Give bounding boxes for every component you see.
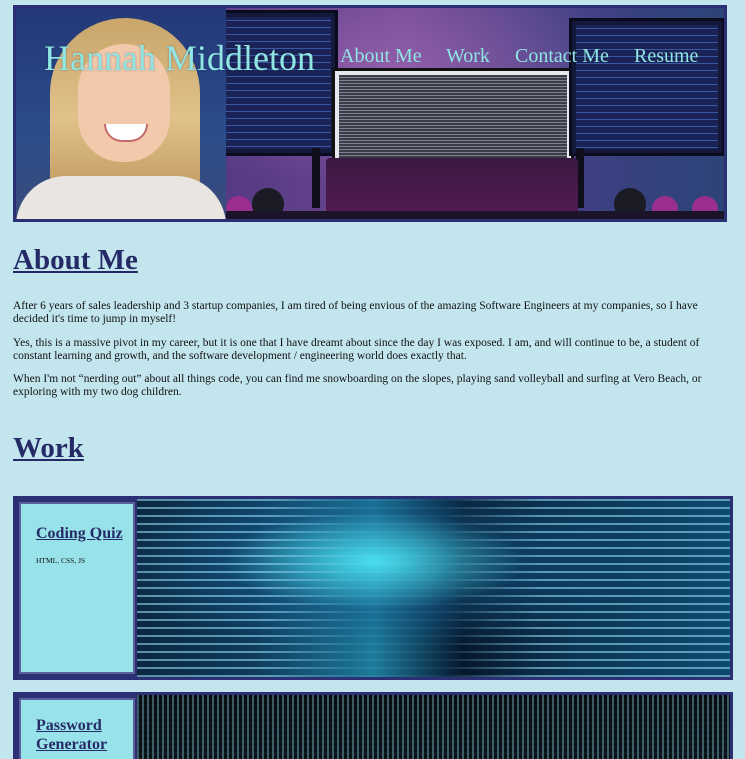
monitor-stand — [312, 148, 320, 208]
nav-link-work[interactable]: Work — [446, 45, 490, 68]
nav-link-contact-me[interactable]: Contact Me — [515, 45, 609, 68]
work-heading: Work — [13, 432, 84, 464]
center-monitor-image — [332, 68, 574, 166]
project-title-link[interactable]: Coding Quiz — [36, 524, 123, 543]
right-monitor-image — [569, 18, 724, 156]
about-heading: About Me — [13, 244, 138, 276]
project-screenshot-image[interactable] — [137, 499, 730, 677]
project-screenshot-image[interactable] — [137, 695, 730, 759]
main-nav: About Me Work Contact Me Resume — [16, 45, 724, 75]
project-title-link[interactable]: Password Generator — [36, 716, 133, 754]
project-card-password-generator: Password Generator — [13, 692, 733, 759]
project-info: Password Generator — [19, 698, 135, 759]
portfolio-page: Hannah Middleton About Me Work Contact M… — [0, 0, 745, 759]
project-card-coding-quiz: Coding Quiz HTML, CSS, JS — [13, 496, 733, 680]
nav-link-resume[interactable]: Resume — [634, 45, 698, 68]
nav-link-about-me[interactable]: About Me — [340, 45, 422, 68]
about-paragraph: After 6 years of sales leadership and 3 … — [13, 300, 698, 325]
project-info: Coding Quiz HTML, CSS, JS — [19, 502, 135, 674]
about-paragraph: Yes, this is a massive pivot in my caree… — [13, 337, 700, 362]
laptop-image — [326, 158, 578, 219]
about-paragraph: When I'm not “nerding out” about all thi… — [13, 373, 702, 398]
project-tech-stack: HTML, CSS, JS — [36, 556, 86, 565]
hero-header: Hannah Middleton About Me Work Contact M… — [13, 5, 727, 222]
